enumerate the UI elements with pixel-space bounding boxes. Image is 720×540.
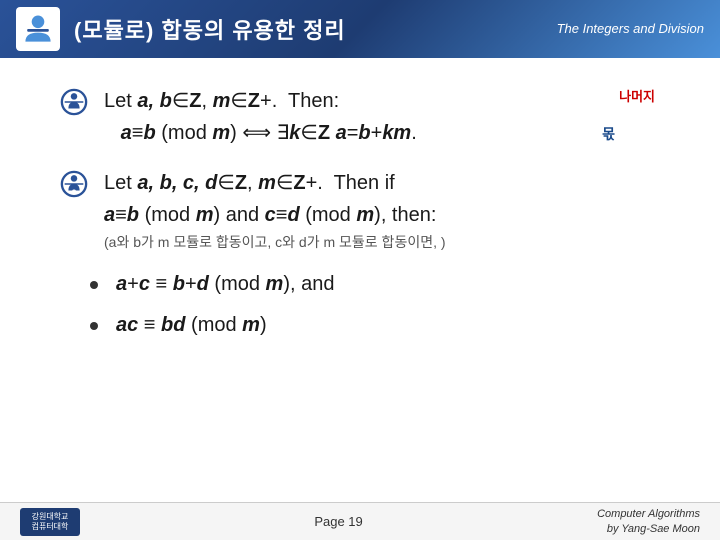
bullet-2-subtext: (a와 b가 m 모듈로 합동이고, c와 d가 m 모듈로 합동이면, ) — [104, 232, 670, 253]
mot-annotation: 몫 — [602, 124, 615, 144]
sub-bullet-item-2: ac ≡ bd (mod m) — [90, 314, 670, 337]
bullet-1-content: Let a, b∈Z, m∈Z+. Then: a≡b (mod m) ⟺ ∃k… — [104, 86, 670, 150]
bullet-icon-1 — [60, 88, 90, 118]
footer-logo-area: 강원대학교 컴퓨터대학 — [20, 508, 80, 536]
footer: 강원대학교 컴퓨터대학 Page 19 Computer Algorithms … — [0, 502, 720, 540]
main-content: Let a, b∈Z, m∈Z+. Then: a≡b (mod m) ⟺ ∃k… — [0, 58, 720, 375]
bullet-1-line1: Let a, b∈Z, m∈Z+. Then: — [104, 86, 670, 116]
header-bar: (모듈로) 합동의 유용한 정리 The Integers and Divisi… — [0, 0, 720, 58]
header-subtitle: The Integers and Division — [557, 20, 704, 38]
sub-bullets-list: a+c ≡ b+d (mod m), and ac ≡ bd (mod m) — [60, 273, 670, 337]
sub-bullet-dot-1 — [90, 281, 98, 289]
svg-text:?: ? — [72, 187, 77, 196]
sub-bullet-text-1: a+c ≡ b+d (mod m), and — [116, 273, 335, 296]
sub-bullet-text-2: ac ≡ bd (mod m) — [116, 314, 267, 337]
header-logo — [16, 7, 60, 51]
sub-bullet-dot-2 — [90, 322, 98, 330]
bullet-2-content: Let a, b, c, d∈Z, m∈Z+. Then if a≡b (mod… — [104, 168, 670, 253]
bullet-item-2: ? Let a, b, c, d∈Z, m∈Z+. Then if a≡b (m… — [60, 168, 670, 253]
bullet-2-line1: Let a, b, c, d∈Z, m∈Z+. Then if — [104, 168, 670, 198]
header-title: (모듈로) 합동의 유용한 정리 — [74, 13, 346, 45]
footer-logo-box: 강원대학교 컴퓨터대학 — [20, 508, 80, 536]
sub-bullet-item-1: a+c ≡ b+d (mod m), and — [90, 273, 670, 296]
bullet-1-line2: a≡b (mod m) ⟺ ∃k∈Z a=b+km. — [104, 118, 670, 148]
bullet-icon-2: ? — [60, 170, 90, 200]
footer-page-number: Page 19 — [314, 514, 362, 529]
bullet-2-line2: a≡b (mod m) and c≡d (mod m), then: — [104, 200, 670, 230]
footer-author: Computer Algorithms by Yang-Sae Moon — [597, 507, 700, 536]
bullet-item-1: Let a, b∈Z, m∈Z+. Then: a≡b (mod m) ⟺ ∃k… — [60, 86, 670, 150]
footer-logo-text: 강원대학교 컴퓨터대학 — [32, 512, 69, 531]
namuji-annotation: 나머지 — [619, 86, 655, 105]
